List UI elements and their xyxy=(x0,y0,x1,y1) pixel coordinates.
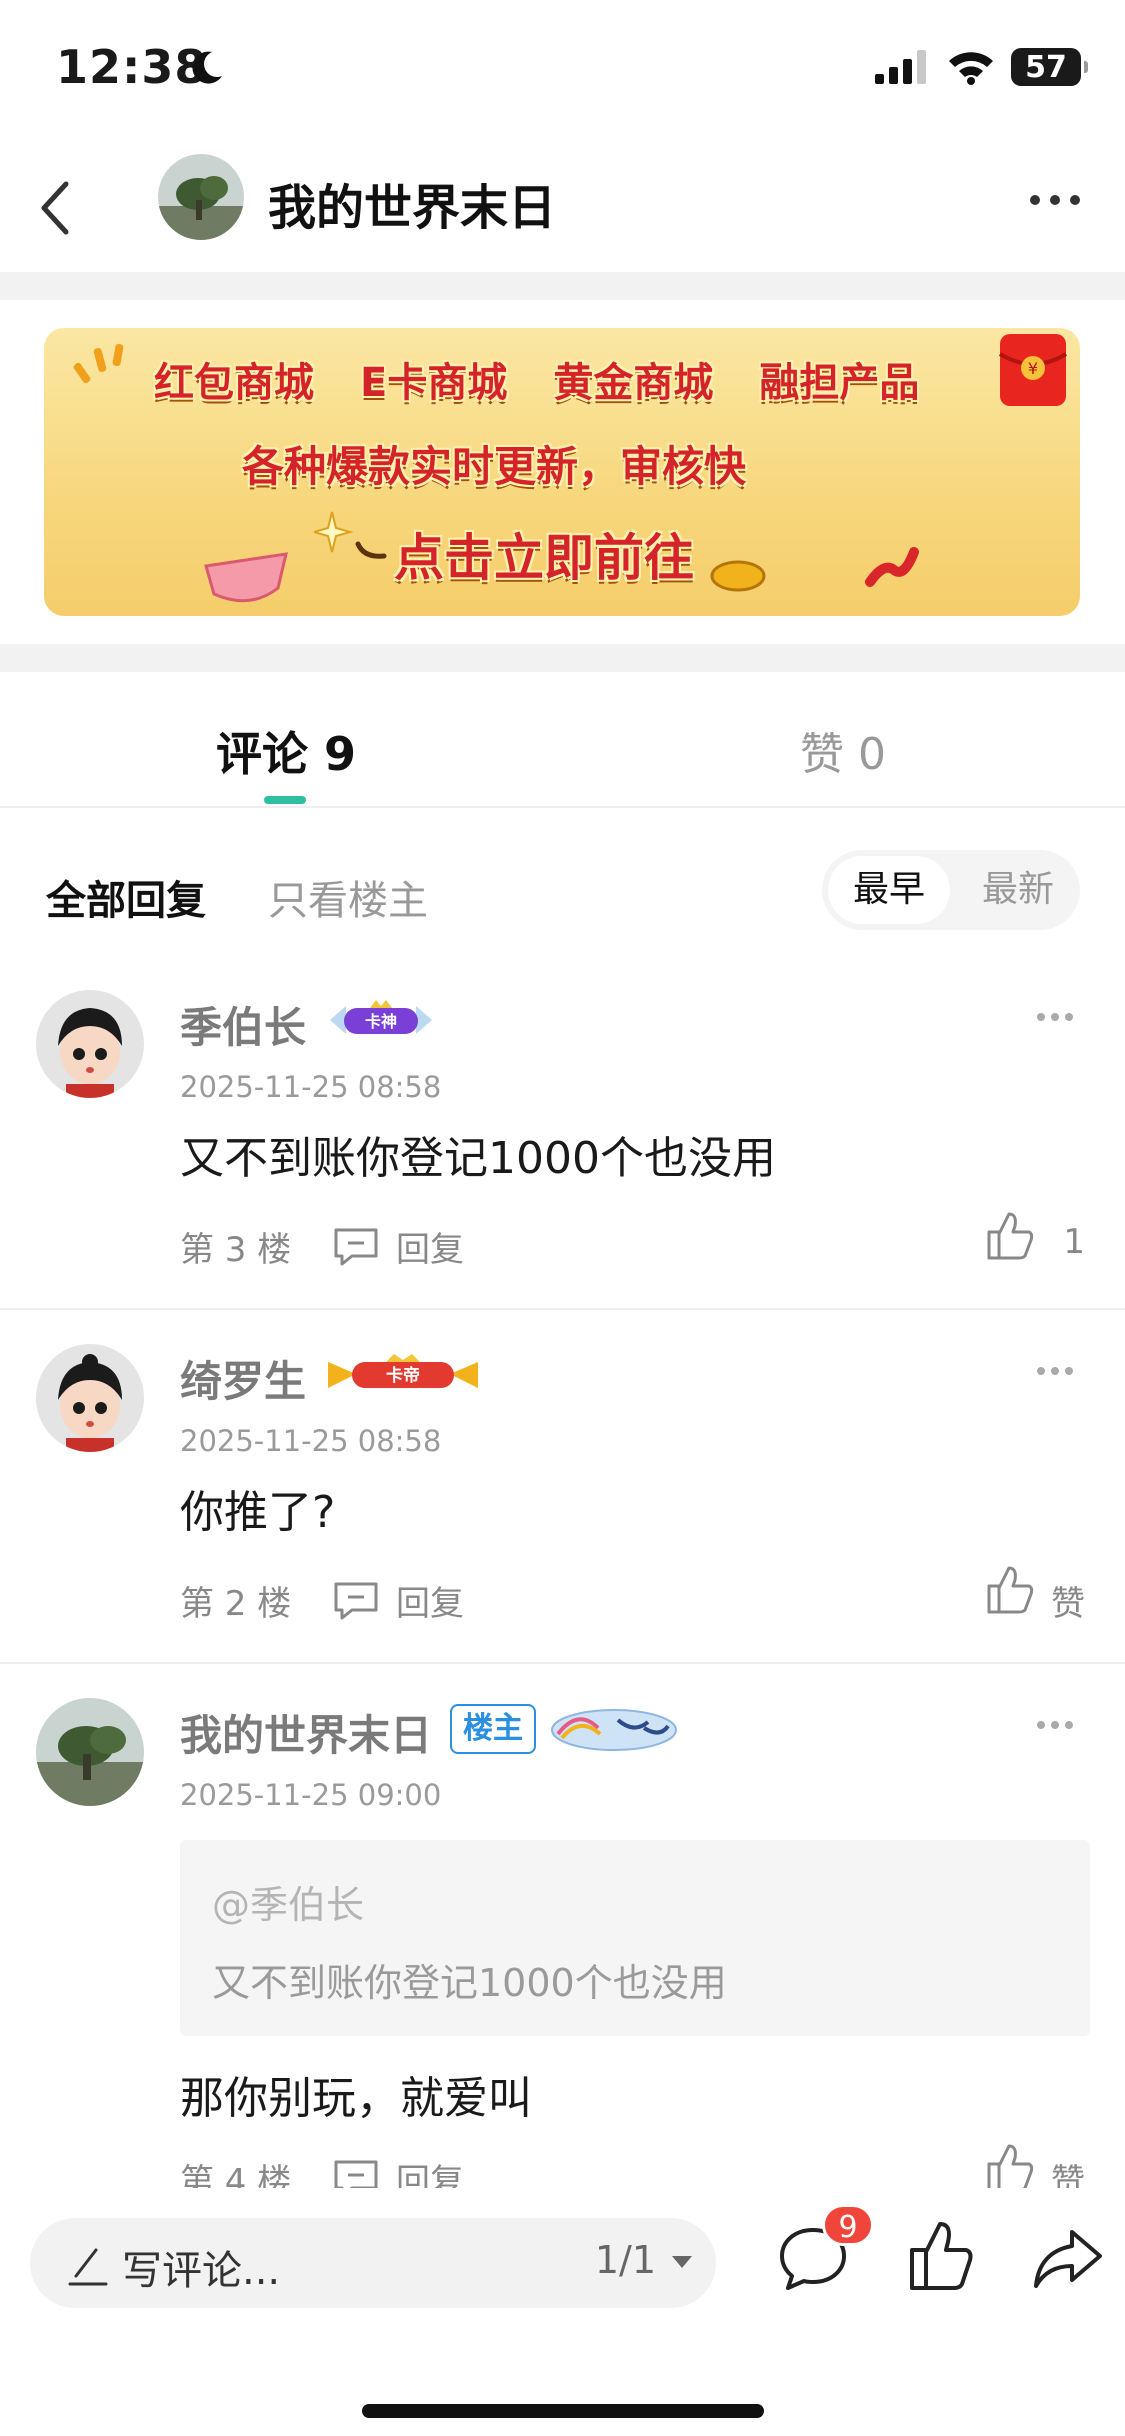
quoted-reply[interactable]: @季伯长 又不到账你登记1000个也没用 xyxy=(180,1840,1090,2036)
sparkle-icon xyxy=(314,511,387,559)
thumbs-up-icon[interactable] xyxy=(908,2220,974,2292)
comment-time: 2025-11-25 08:58 xyxy=(180,1070,442,1104)
comment-more-icon[interactable] xyxy=(1035,1718,1075,1732)
status-icons: 57 xyxy=(875,48,1088,86)
comment-tabs: 评论 9 赞 0 xyxy=(0,674,1125,808)
reply-icon[interactable] xyxy=(332,2158,380,2188)
comment-text: 你推了? xyxy=(180,1487,336,1538)
caret-down-icon[interactable] xyxy=(670,2252,694,2272)
banner-row-2: 各种爆款实时更新，审核快 xyxy=(242,442,747,491)
section-separator xyxy=(0,272,1125,300)
comment-more-icon[interactable] xyxy=(1035,1010,1075,1024)
like-count[interactable]: 1 xyxy=(1063,1222,1085,1262)
filter-all-replies[interactable]: 全部回复 xyxy=(46,868,206,926)
banner-item: 红包商城 xyxy=(154,360,314,406)
home-indicator xyxy=(362,2404,764,2418)
header: 我的世界末日 xyxy=(0,140,1125,272)
more-icon[interactable] xyxy=(1025,180,1085,220)
thumbs-up-icon[interactable] xyxy=(985,2142,1035,2188)
like-button-label[interactable]: 赞 xyxy=(1051,1576,1085,1625)
comment-floor: 第 2 楼 xyxy=(180,1584,292,1624)
comment-text: 那你别玩，就爱叫 xyxy=(180,2073,532,2124)
reply-button[interactable]: 回复 xyxy=(396,2154,464,2188)
reply-button[interactable]: 回复 xyxy=(396,1576,464,1625)
thumbs-up-icon[interactable] xyxy=(985,1210,1035,1262)
comment-item: 季伯长 卡神 2025-11-25 08:58 又不到账你登记1000个也没用 … xyxy=(0,990,1125,1310)
banner-row-1: 红包商城 E卡商城 黄金商城 融担产品 xyxy=(154,350,965,408)
like-button-label[interactable]: 赞 xyxy=(1051,2154,1085,2188)
banner-item: E卡商城 xyxy=(360,360,508,406)
banner-item: 黄金商城 xyxy=(553,360,714,406)
back-icon[interactable] xyxy=(30,168,90,248)
banner-item: 融担产品 xyxy=(759,360,920,406)
comment-floor: 第 3 楼 xyxy=(180,1230,292,1270)
comment-count-badge: 9 xyxy=(822,2204,874,2246)
promo-banner[interactable]: 红包商城 E卡商城 黄金商城 融担产品 ¥ 各种爆款实时更新，审核快 点击立即前… xyxy=(44,328,1080,616)
red-envelope-icon: ¥ xyxy=(998,334,1068,406)
divider xyxy=(0,1662,1125,1664)
status-time: 12:38 xyxy=(56,40,208,94)
bottom-bar: 写评论... 1/1 9 xyxy=(0,2188,1125,2436)
comment-author[interactable]: 绮罗生 xyxy=(180,1348,306,1409)
user-level-badge: 卡帝 xyxy=(326,1352,480,1396)
header-title: 我的世界末日 xyxy=(268,180,557,236)
tab-active-indicator xyxy=(264,796,306,804)
write-comment-placeholder: 写评论... xyxy=(122,2248,281,2294)
user-decoration-badge xyxy=(548,1704,680,1754)
battery-indicator: 57 xyxy=(1011,48,1088,86)
banner-cta[interactable]: 点击立即前往 xyxy=(394,518,694,590)
avatar[interactable] xyxy=(36,990,144,1098)
user-level-badge: 卡神 xyxy=(326,998,436,1042)
signal-icon xyxy=(875,50,926,84)
tab-comments[interactable]: 评论 9 xyxy=(216,718,356,784)
spark-icon xyxy=(73,343,124,384)
comment-time: 2025-11-25 08:58 xyxy=(180,1424,442,1458)
share-icon[interactable] xyxy=(1032,2226,1104,2290)
quoted-text: 又不到账你登记1000个也没用 xyxy=(212,1961,727,2005)
sort-earliest[interactable]: 最早 xyxy=(828,856,950,924)
ribbon-icon xyxy=(865,547,919,587)
coin-icon xyxy=(710,560,766,592)
comment-more-icon[interactable] xyxy=(1035,1364,1075,1378)
comment-author[interactable]: 我的世界末日 xyxy=(180,1702,432,1763)
wifi-icon xyxy=(949,52,993,85)
svg-text:¥: ¥ xyxy=(1028,359,1038,378)
comment-item: 我的世界末日 楼主 2025-11-25 09:00 @季伯长 又不到账你登记1… xyxy=(0,1698,1125,2188)
comment-text: 又不到账你登记1000个也没用 xyxy=(180,1133,776,1184)
reply-button[interactable]: 回复 xyxy=(396,1222,464,1271)
sort-toggle: 最早 最新 xyxy=(822,850,1080,930)
status-bar: 12:38 57 xyxy=(0,0,1125,140)
owner-tag: 楼主 xyxy=(450,1704,536,1754)
reply-icon[interactable] xyxy=(332,1226,380,1266)
section-separator xyxy=(0,644,1125,672)
write-comment-input[interactable]: 写评论... 1/1 xyxy=(30,2218,716,2308)
filter-owner-only[interactable]: 只看楼主 xyxy=(268,868,428,926)
moon-icon xyxy=(192,51,222,84)
quoted-user: @季伯长 xyxy=(212,1883,365,1927)
comment-floor: 第 4 楼 xyxy=(180,2162,292,2188)
sort-latest[interactable]: 最新 xyxy=(962,856,1074,924)
comment-item: 绮罗生 卡帝 2025-11-25 08:58 你推了? 第 2 楼 回复 赞 xyxy=(0,1344,1125,1664)
divider xyxy=(0,1308,1125,1310)
reply-icon[interactable] xyxy=(332,1580,380,1620)
avatar[interactable] xyxy=(36,1698,144,1806)
comment-author[interactable]: 季伯长 xyxy=(180,994,306,1055)
page-indicator[interactable]: 1/1 xyxy=(595,2238,656,2282)
badge-label: 卡帝 xyxy=(386,1365,420,1386)
header-avatar[interactable] xyxy=(158,154,244,240)
ticket-icon xyxy=(204,552,288,603)
avatar[interactable] xyxy=(36,1344,144,1452)
pen-icon xyxy=(68,2248,108,2286)
tab-likes[interactable]: 赞 0 xyxy=(800,718,886,782)
badge-label: 卡神 xyxy=(365,1012,397,1031)
thumbs-up-icon[interactable] xyxy=(985,1564,1035,1616)
comment-time: 2025-11-25 09:00 xyxy=(180,1778,442,1812)
